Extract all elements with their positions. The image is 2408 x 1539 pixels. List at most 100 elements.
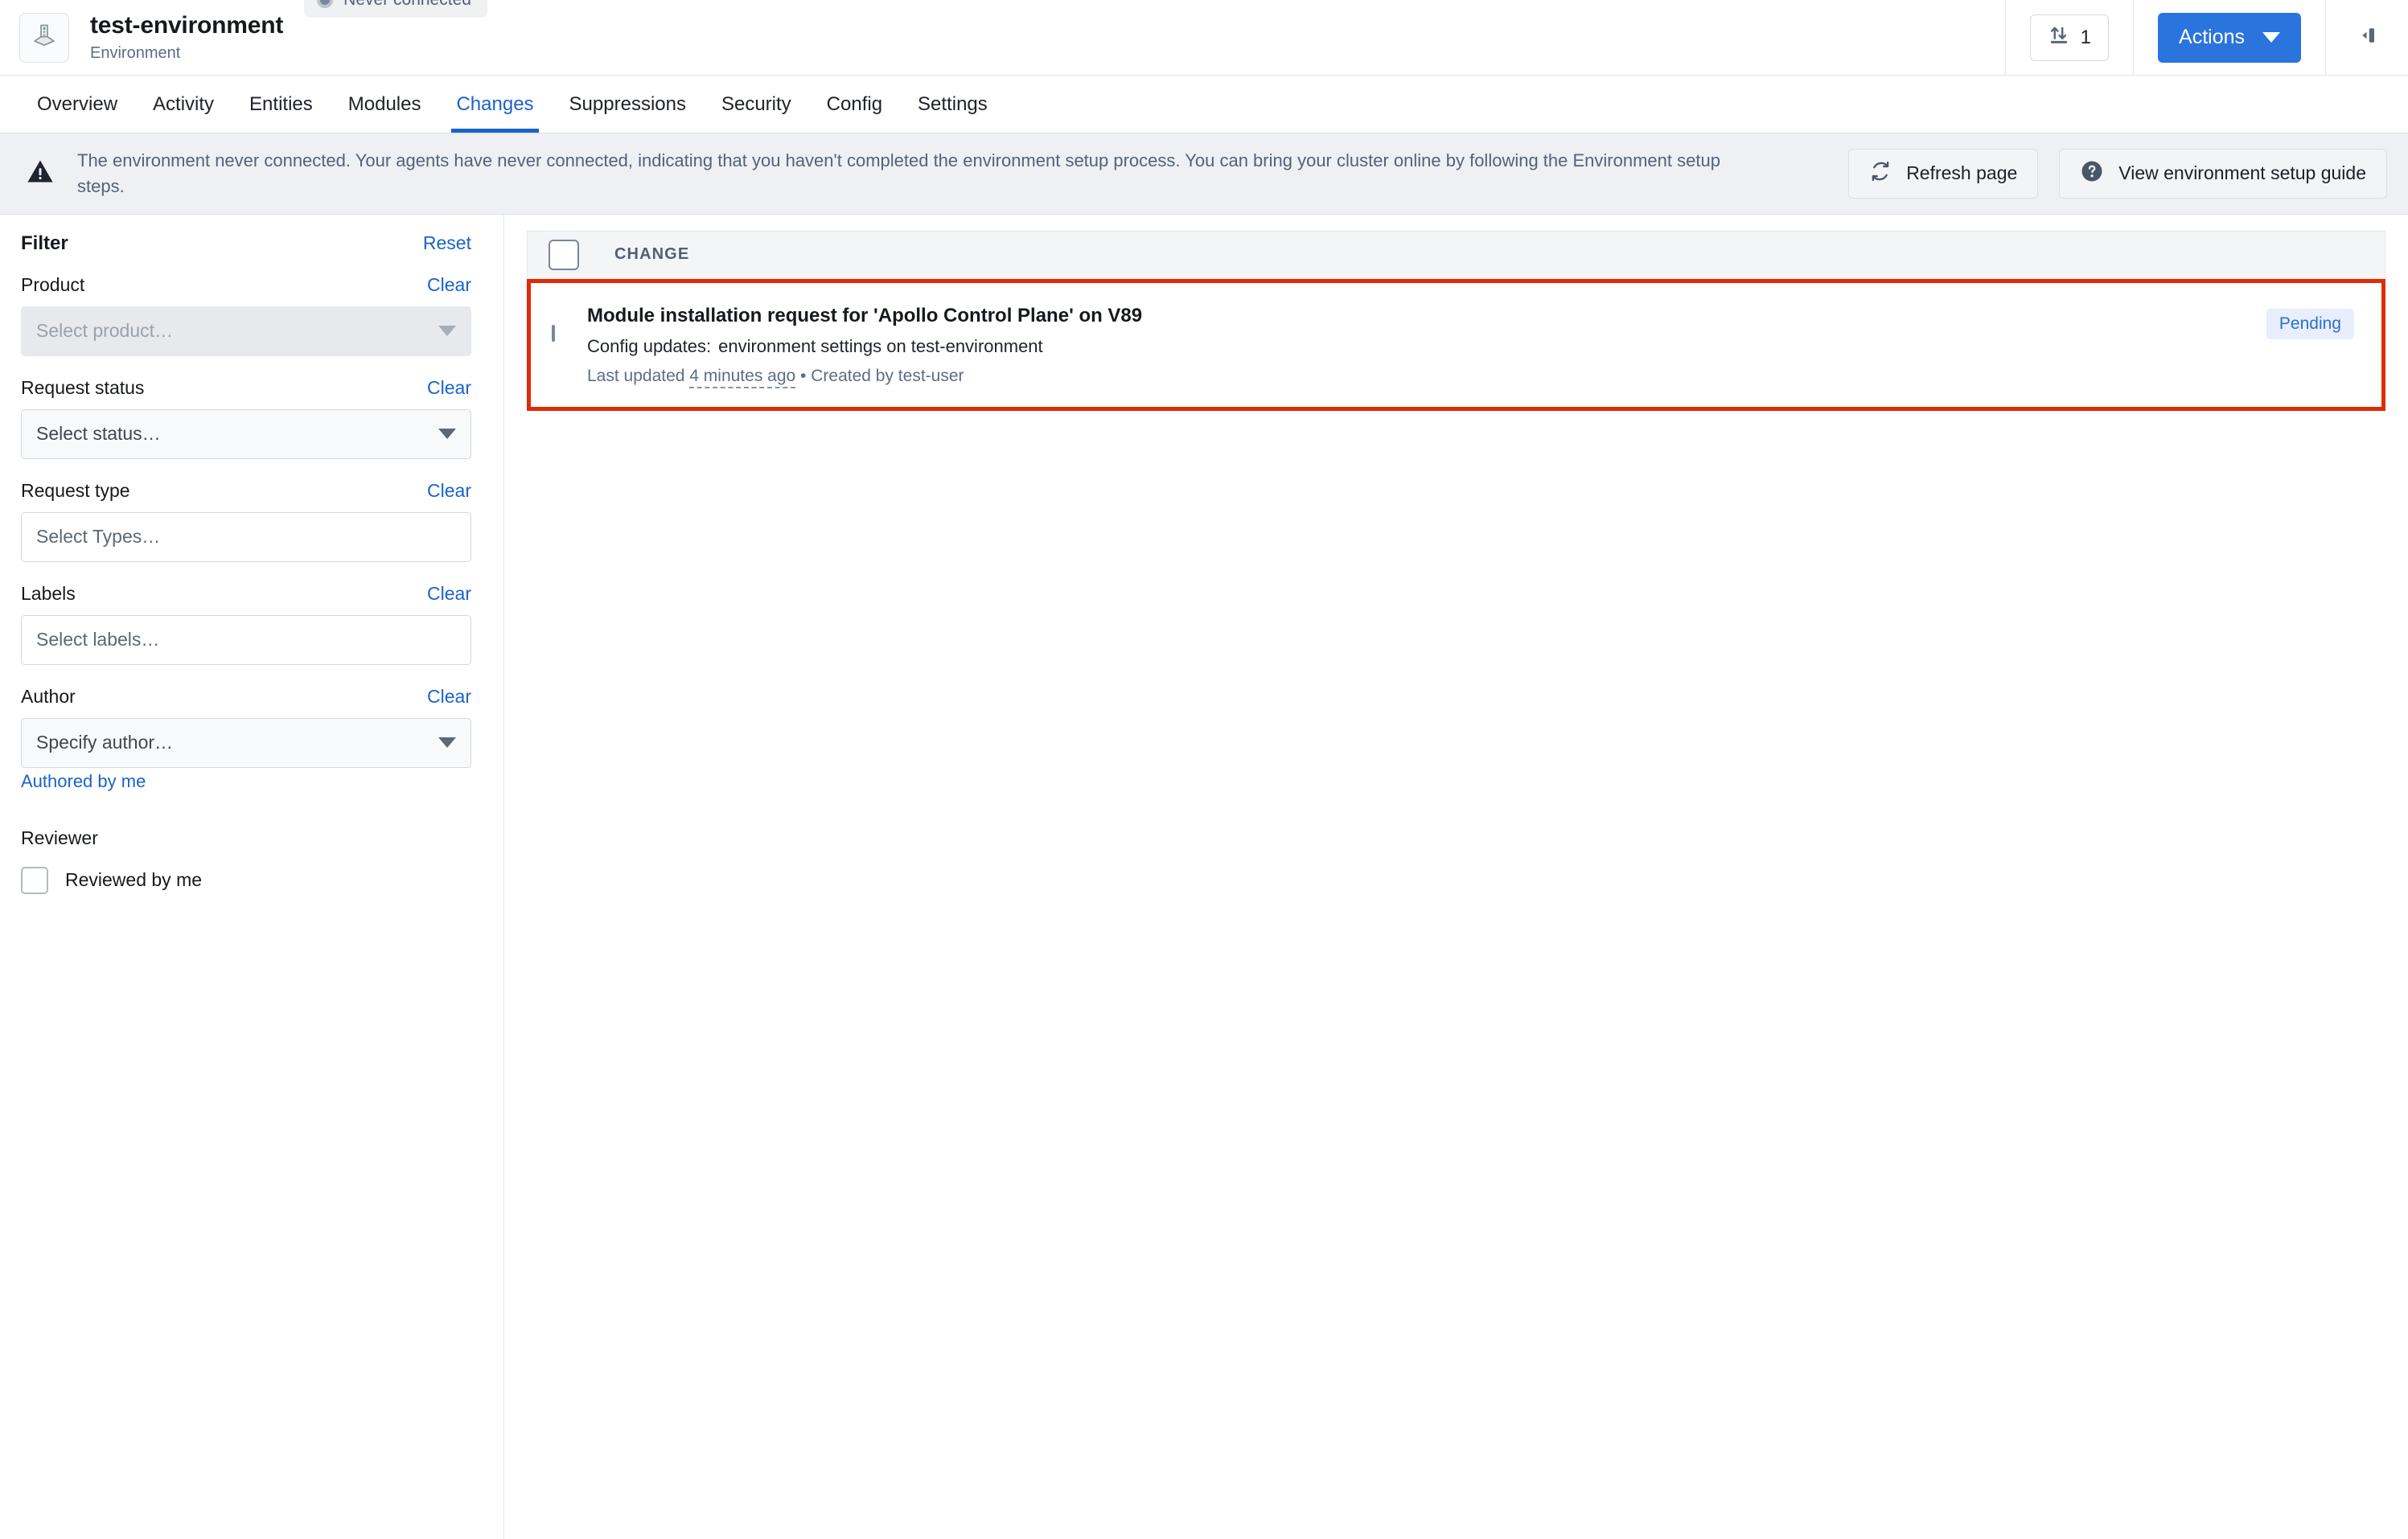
reviewed-by-me-label: Reviewed by me: [65, 869, 203, 891]
warning-banner-actions: Refresh page View environment setup guid…: [1848, 148, 2387, 199]
page-subtitle: Environment: [90, 44, 181, 62]
change-meta-author: Created by test-user: [811, 366, 964, 385]
author-select[interactable]: Specify author…: [21, 717, 471, 768]
status-dot-icon: [317, 0, 334, 8]
request-status-select[interactable]: Select status…: [21, 408, 471, 459]
refresh-page-button[interactable]: Refresh page: [1848, 148, 2039, 199]
refresh-page-label: Refresh page: [1906, 162, 2018, 184]
tab-config[interactable]: Config: [809, 76, 900, 133]
pending-changes-count-button[interactable]: 1: [2029, 14, 2110, 61]
filter-title: Filter: [21, 232, 68, 254]
filter-clear-author[interactable]: Clear: [427, 686, 471, 708]
tab-overview[interactable]: Overview: [19, 76, 135, 133]
request-status-select-value: Select status…: [36, 423, 161, 445]
select-all-checkbox[interactable]: [549, 239, 579, 270]
filter-group-product-header: Product Clear: [21, 274, 471, 296]
tab-settings[interactable]: Settings: [900, 76, 1005, 133]
filter-group-author: Author Clear Specify author… Authored by…: [21, 686, 471, 792]
status-badge-label: Never connected: [343, 0, 471, 10]
change-meta-prefix: Last updated: [587, 366, 685, 385]
filter-clear-request-status[interactable]: Clear: [427, 377, 471, 399]
reviewed-by-me-checkbox[interactable]: [21, 866, 48, 894]
pending-count-value: 1: [2080, 26, 2092, 48]
page-body: Filter Reset Product Clear Select produc…: [0, 214, 2408, 1539]
filter-group-labels: Labels Clear Select labels…: [21, 583, 471, 665]
changes-main-panel: CHANGE Module installation request for '…: [504, 214, 2408, 1539]
view-setup-guide-button[interactable]: View environment setup guide: [2059, 148, 2387, 199]
filter-header: Filter Reset: [21, 232, 471, 255]
chevron-down-icon: [438, 326, 456, 337]
filter-group-request-type: Request type Clear Select Types…: [21, 480, 471, 562]
authored-by-me-link[interactable]: Authored by me: [21, 771, 146, 792]
request-type-input-value: Select Types…: [36, 526, 161, 548]
filter-group-labels-header: Labels Clear: [21, 583, 471, 605]
tab-modules[interactable]: Modules: [331, 76, 439, 133]
chevron-down-icon: [438, 737, 456, 749]
filter-group-author-header: Author Clear: [21, 686, 471, 708]
author-select-value: Specify author…: [36, 732, 174, 753]
row-content: Module installation request for 'Apollo …: [587, 304, 2266, 388]
row-checkbox-cell: [552, 304, 555, 342]
tab-security[interactable]: Security: [704, 76, 809, 133]
change-meta-timestamp[interactable]: 4 minutes ago: [689, 366, 796, 388]
filter-group-request-type-header: Request type Clear: [21, 480, 471, 502]
tab-entities[interactable]: Entities: [232, 76, 331, 133]
row-select-checkbox[interactable]: [552, 324, 555, 342]
actions-button[interactable]: Actions: [2158, 12, 2301, 63]
environment-icon-container: [19, 12, 69, 63]
filter-label-labels: Labels: [21, 582, 76, 604]
chevron-down-icon: [438, 429, 456, 440]
pending-count-segment: 1: [2004, 0, 2133, 76]
changes-table-header: CHANGE: [527, 230, 2385, 279]
column-header-change: CHANGE: [614, 245, 690, 264]
tab-changes[interactable]: Changes: [438, 76, 551, 133]
request-type-input[interactable]: Select Types…: [21, 511, 471, 562]
change-subtitle-detail: environment settings on test-environment: [718, 335, 1043, 356]
actions-button-label: Actions: [2179, 26, 2245, 48]
chevron-down-icon: [2262, 32, 2280, 43]
tab-activity[interactable]: Activity: [135, 76, 232, 133]
warning-banner: The environment never connected. Your ag…: [0, 133, 2408, 215]
filter-clear-product[interactable]: Clear: [427, 274, 471, 296]
labels-input[interactable]: Select labels…: [21, 614, 471, 665]
change-subtitle: Config updates: environment settings on t…: [587, 336, 2266, 357]
status-badge: Never connected: [304, 0, 487, 18]
status-badge: Pending: [2266, 308, 2354, 339]
warning-banner-text: The environment never connected. Your ag…: [77, 150, 1720, 196]
change-title[interactable]: Module installation request for 'Apollo …: [587, 304, 2266, 328]
question-circle-icon: [2080, 159, 2104, 188]
collapse-panel-icon[interactable]: [2355, 23, 2379, 51]
top-bar: test-environment Environment Never conne…: [0, 0, 2408, 76]
filter-group-request-status: Request status Clear Select status…: [21, 377, 471, 459]
product-select[interactable]: Select product…: [21, 306, 471, 356]
filter-clear-request-type[interactable]: Clear: [427, 480, 471, 502]
refresh-icon: [1869, 160, 1892, 187]
filter-group-product: Product Clear Select product…: [21, 274, 471, 356]
labels-input-value: Select labels…: [36, 629, 160, 650]
filter-label-product: Product: [21, 273, 85, 295]
filter-label-request-type: Request type: [21, 479, 130, 501]
title-block: test-environment Environment: [90, 12, 283, 63]
change-subtitle-prefix: Config updates:: [587, 335, 712, 356]
filter-sidebar: Filter Reset Product Clear Select produc…: [0, 214, 504, 1539]
warning-triangle-icon: [26, 157, 55, 190]
change-meta-separator: •: [800, 366, 807, 385]
page-title: test-environment: [90, 12, 284, 39]
collapse-panel-segment: [2325, 0, 2408, 76]
tab-suppressions[interactable]: Suppressions: [552, 76, 704, 133]
filter-label-author: Author: [21, 685, 76, 707]
change-meta: Last updated 4 minutes ago • Created by …: [587, 366, 2266, 388]
main-nav-tabs: Overview Activity Entities Modules Chang…: [0, 76, 2408, 133]
filter-label-reviewer: Reviewer: [21, 827, 98, 848]
filter-reset-link[interactable]: Reset: [423, 232, 471, 254]
view-setup-guide-label: View environment setup guide: [2118, 162, 2366, 184]
filter-label-request-status: Request status: [21, 376, 145, 398]
filter-group-request-status-header: Request status Clear: [21, 377, 471, 399]
server-rack-icon: [31, 22, 58, 53]
reviewed-by-me-row[interactable]: Reviewed by me: [21, 866, 471, 894]
sort-updown-icon: [2048, 24, 2070, 51]
product-select-value: Select product…: [36, 320, 174, 342]
filter-clear-labels[interactable]: Clear: [427, 583, 471, 605]
table-row[interactable]: Module installation request for 'Apollo …: [527, 278, 2385, 411]
actions-segment: Actions: [2133, 0, 2325, 76]
